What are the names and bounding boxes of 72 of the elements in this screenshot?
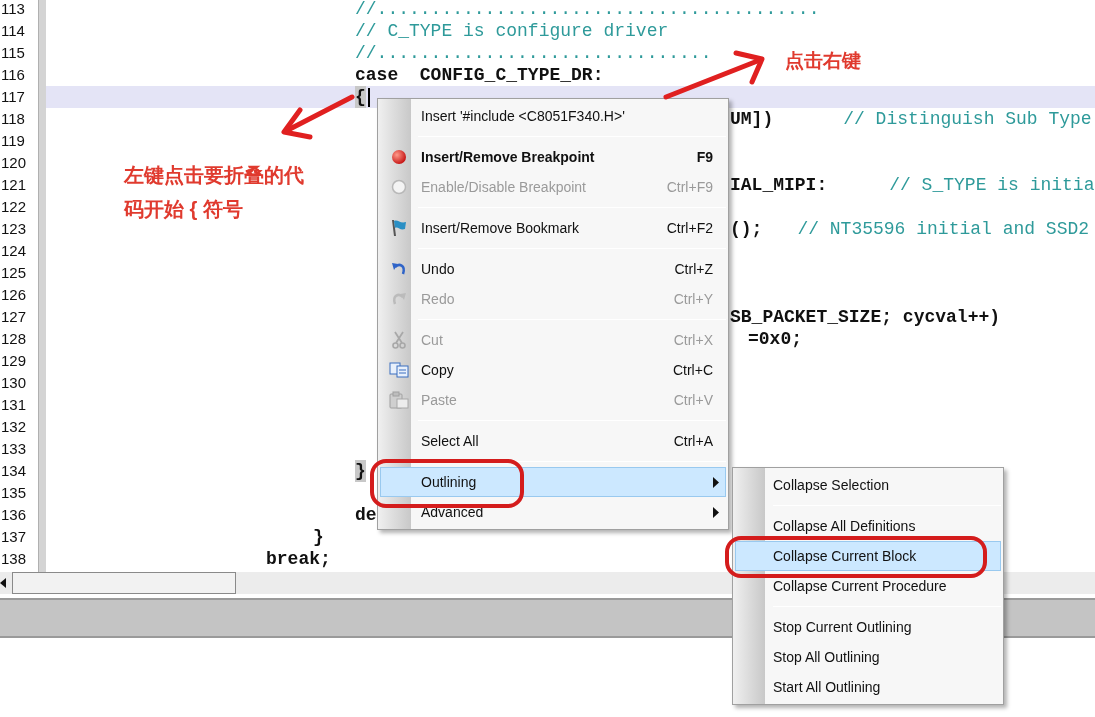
line-number: 130 bbox=[0, 373, 28, 393]
line-number: 127 bbox=[0, 307, 28, 327]
line-number: 118 bbox=[0, 109, 26, 129]
line-number: 114 bbox=[0, 21, 26, 41]
line-number: 135 bbox=[0, 483, 28, 503]
line-number: 117 bbox=[0, 87, 26, 107]
code-text: { bbox=[355, 86, 366, 108]
line-number: 137 bbox=[0, 527, 28, 547]
menu-item[interactable]: Copy Ctrl+C bbox=[380, 355, 726, 385]
menu-item[interactable]: Collapse Current Procedure bbox=[735, 571, 1001, 601]
menu-item[interactable]: Select All Ctrl+A bbox=[380, 426, 726, 456]
text-cursor bbox=[367, 87, 370, 107]
line-number: 128 bbox=[0, 329, 28, 349]
code-text: (); bbox=[730, 218, 763, 240]
code-comment: // NT35596 initial and SSD2 bbox=[797, 218, 1090, 240]
code-text: UM]) bbox=[730, 108, 774, 130]
flag-icon bbox=[390, 219, 408, 237]
code-comment: // S_TYPE is initia bbox=[889, 174, 1095, 196]
line-number: 126 bbox=[0, 285, 28, 305]
code-text: case CONFIG_C_TYPE_DR: bbox=[355, 64, 604, 86]
line-number: 129 bbox=[0, 351, 28, 371]
line-number: 136 bbox=[0, 505, 28, 525]
code-comment: //............................... bbox=[355, 42, 712, 64]
line-number: 131 bbox=[0, 395, 28, 415]
line-number: 122 bbox=[0, 197, 28, 217]
code-text: SB_PACKET_SIZE; cycval++) bbox=[730, 306, 1001, 328]
code-text: } bbox=[313, 526, 324, 548]
copy-icon bbox=[389, 362, 409, 378]
line-number: 119 bbox=[0, 131, 26, 151]
menu-item[interactable]: Undo Ctrl+Z bbox=[380, 254, 726, 284]
menu-item[interactable]: Stop Current Outlining bbox=[735, 612, 1001, 642]
line-number: 124 bbox=[0, 241, 28, 261]
submenu-arrow-icon bbox=[713, 506, 719, 518]
annotation-text: 左键点击要折叠的代码开始 { 符号 bbox=[124, 163, 305, 222]
line-number: 134 bbox=[0, 461, 28, 481]
redo-icon bbox=[391, 291, 407, 307]
line-number: 133 bbox=[0, 439, 28, 459]
code-text: =0x0; bbox=[748, 328, 802, 350]
code-text: break; bbox=[266, 548, 331, 570]
scissors-icon bbox=[392, 331, 406, 349]
line-number: 125 bbox=[0, 263, 28, 283]
annotation-text: 点击右键 bbox=[785, 49, 861, 73]
line-number: 115 bbox=[0, 43, 26, 63]
undo-icon bbox=[391, 261, 407, 277]
breakpoint-icon bbox=[391, 149, 407, 165]
line-number: 138 bbox=[0, 549, 28, 569]
line-number: 123 bbox=[0, 219, 28, 239]
line-number: 116 bbox=[0, 65, 26, 85]
menu-item[interactable]: Insert '#include <C8051F340.H>' bbox=[380, 101, 726, 131]
menu-item[interactable]: Start All Outlining bbox=[735, 672, 1001, 702]
menu-item[interactable]: Stop All Outlining bbox=[735, 642, 1001, 672]
code-text: de bbox=[355, 504, 377, 526]
menu-item[interactable]: Advanced bbox=[380, 497, 726, 527]
submenu-arrow-icon bbox=[713, 476, 719, 488]
menu-item[interactable]: Outlining bbox=[380, 467, 726, 497]
code-text: } bbox=[355, 460, 366, 482]
clipboard-icon bbox=[389, 391, 409, 409]
scrollbar-thumb[interactable] bbox=[12, 572, 236, 594]
menu-item[interactable]: Collapse Selection bbox=[735, 470, 1001, 500]
menu-item[interactable]: Collapse All Definitions bbox=[735, 511, 1001, 541]
code-comment: //......................................... bbox=[355, 0, 820, 20]
line-number: 132 bbox=[0, 417, 28, 437]
line-number: 121 bbox=[0, 175, 28, 195]
line-number: 120 bbox=[0, 153, 28, 173]
code-comment: // C_TYPE is configure driver bbox=[355, 20, 669, 42]
menu-item[interactable]: Insert/Remove Bookmark Ctrl+F2 bbox=[380, 213, 726, 243]
code-comment: // Distinguish Sub Type bbox=[843, 108, 1092, 130]
menu-item[interactable]: Collapse Current Block bbox=[735, 541, 1001, 571]
menu-item[interactable]: Insert/Remove Breakpoint F9 bbox=[380, 142, 726, 172]
line-number: 113 bbox=[0, 0, 26, 19]
code-text: IAL_MIPI: bbox=[730, 174, 828, 196]
circle-icon bbox=[391, 179, 407, 195]
